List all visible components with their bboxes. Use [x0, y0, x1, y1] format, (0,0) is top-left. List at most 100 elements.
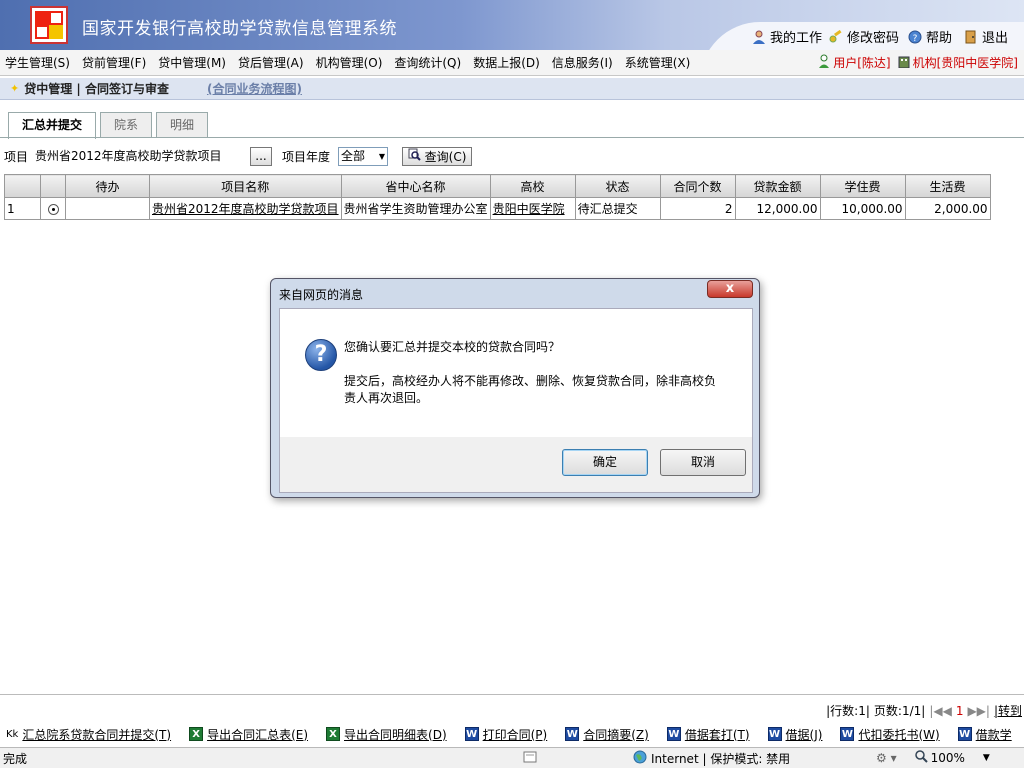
menu-info[interactable]: 信息服务(I) — [552, 54, 613, 71]
last-page-icon[interactable]: ▶▶| — [967, 704, 990, 718]
tab-department[interactable]: 院系 — [100, 112, 153, 138]
status-bar: 完成 Internet | 保护模式: 禁用 ⚙ ▾ 100% ▼ — [0, 747, 1024, 768]
export-summary-button[interactable]: X 导出合同汇总表(E) — [189, 726, 308, 743]
zoom-icon — [914, 750, 928, 766]
project-label: 项目 — [4, 149, 29, 164]
zoom-level[interactable]: 100% — [931, 751, 965, 765]
debit-authorization-button[interactable]: W 代扣委托书(W) — [840, 726, 940, 743]
star-icon: ✦ — [10, 82, 20, 95]
summarize-submit-button[interactable]: Kk 汇总院系贷款合同并提交(T) — [6, 726, 171, 743]
row-todo — [65, 197, 150, 220]
contract-grid: 待办 项目名称 省中心名称 高校 状态 合同个数 贷款金额 学住费 生活费 1 … — [4, 174, 991, 220]
menu-pre-loan[interactable]: 贷前管理(F) — [82, 54, 146, 71]
radio-selected-icon — [47, 203, 59, 215]
dialog-question: 您确认要汇总并提交本校的贷款合同吗？ — [344, 340, 561, 354]
iou-overprint-button[interactable]: W 借据套打(T) — [666, 726, 750, 743]
tab-bar: 汇总并提交 院系 明细 — [8, 112, 212, 139]
word-icon: W — [957, 727, 972, 741]
pager: |行数:1| 页数:1/1| |◀◀ 1 ▶▶| |转到 — [826, 702, 1022, 719]
row-project-link[interactable]: 贵州省2012年度高校助学贷款项目 — [149, 197, 342, 220]
row-contract-count: 2 — [659, 197, 736, 220]
word-icon: W — [840, 727, 855, 741]
row-status: 待汇总提交 — [574, 197, 661, 220]
menu-query[interactable]: 查询统计(Q) — [394, 54, 461, 71]
col-select — [40, 174, 66, 198]
col-index — [4, 174, 41, 198]
contract-summary-button[interactable]: W 合同摘要(Z) — [565, 726, 649, 743]
export-detail-button[interactable]: X 导出合同明细表(D) — [326, 726, 447, 743]
col-loan-amount[interactable]: 贷款金额 — [734, 174, 821, 198]
row-radio[interactable] — [40, 197, 66, 220]
user-label: 用户[陈达] — [833, 56, 891, 70]
col-contract-count[interactable]: 合同个数 — [659, 174, 736, 198]
row-center: 贵州省学生资助管理办公室 — [340, 197, 491, 220]
dialog-close-button[interactable]: x — [707, 280, 753, 298]
tab-summary-submit[interactable]: 汇总并提交 — [8, 112, 97, 139]
action-bar: Kk 汇总院系贷款合同并提交(T) X 导出合同汇总表(E) X 导出合同明细表… — [0, 723, 1024, 745]
row-tuition: 10,000.00 — [819, 197, 906, 220]
borrower-button[interactable]: W 借款学 — [957, 726, 1012, 743]
my-work-link[interactable]: 我的工作 — [752, 27, 822, 46]
confirm-dialog: 来自网页的消息 x ? 您确认要汇总并提交本校的贷款合同吗？ 提交后，高校经办人… — [270, 278, 760, 498]
chevron-down-icon: ▼ — [378, 151, 386, 161]
menu-org[interactable]: 机构管理(O) — [316, 54, 383, 71]
page-count: 页数:1/1| — [873, 704, 926, 718]
flow-chart-link[interactable]: (合同业务流程图) — [207, 80, 302, 97]
dialog-title: 来自网页的消息 — [279, 288, 364, 302]
col-status[interactable]: 状态 — [574, 174, 661, 198]
change-password-link[interactable]: 修改密码 — [829, 27, 899, 46]
help-icon: ? — [908, 30, 922, 44]
table-row[interactable]: 1 贵州省2012年度高校助学贷款项目 贵州省学生资助管理办公室 贵阳中医学院 … — [4, 197, 991, 220]
iou-button[interactable]: W 借据(J) — [767, 726, 822, 743]
user-icon — [752, 30, 766, 44]
menu-report[interactable]: 数据上报(D) — [473, 54, 540, 71]
col-project-name[interactable]: 项目名称 — [149, 174, 342, 198]
row-loan-amount: 12,000.00 — [734, 197, 821, 220]
col-center-name[interactable]: 省中心名称 — [340, 174, 491, 198]
menu-post-loan[interactable]: 贷后管理(A) — [238, 54, 304, 71]
project-picker-button[interactable]: ... — [250, 146, 273, 166]
menu-in-loan[interactable]: 贷中管理(M) — [158, 54, 226, 71]
user-status-icon — [818, 54, 830, 71]
menu-system[interactable]: 系统管理(X) — [625, 54, 691, 71]
status-text: 完成 — [3, 751, 28, 766]
print-contract-button[interactable]: W 打印合同(P) — [464, 726, 547, 743]
dialog-note: 提交后，高校经办人将不能再修改、删除、恢复贷款合同，除非高校负责人再次退回。 — [344, 374, 717, 405]
col-todo[interactable]: 待办 — [65, 174, 150, 198]
key-icon — [829, 29, 843, 44]
globe-icon — [633, 750, 647, 767]
help-link[interactable]: ? 帮助 — [908, 27, 952, 46]
dialog-footer: 确定 取消 — [279, 437, 753, 493]
excel-icon: X — [326, 727, 341, 741]
page-icon — [523, 751, 633, 766]
chevron-down-icon[interactable]: ▼ — [983, 753, 990, 763]
goto-link[interactable]: |转到 — [994, 702, 1022, 719]
door-icon — [964, 30, 978, 44]
protected-mode-icon[interactable]: ⚙ ▾ — [876, 751, 897, 765]
logout-link[interactable]: 退出 — [964, 27, 1008, 46]
word-icon: W — [767, 727, 782, 741]
word-icon: W — [464, 727, 479, 741]
row-living: 2,000.00 — [904, 197, 991, 220]
word-icon: W — [565, 727, 580, 741]
current-page: 1 — [955, 703, 964, 718]
row-school-link[interactable]: 贵阳中医学院 — [489, 197, 576, 220]
summarize-icon: Kk — [6, 728, 19, 740]
search-icon — [408, 148, 421, 164]
system-title: 国家开发银行高校助学贷款信息管理系统 — [82, 19, 397, 39]
ok-button[interactable]: 确定 — [562, 449, 648, 476]
col-living[interactable]: 生活费 — [904, 174, 991, 198]
project-input[interactable]: 贵州省2012年度高校助学贷款项目 — [32, 146, 251, 166]
menu-student[interactable]: 学生管理(S) — [5, 54, 70, 71]
tab-detail[interactable]: 明细 — [156, 112, 209, 138]
cancel-button[interactable]: 取消 — [660, 449, 746, 476]
year-select[interactable]: 全部 ▼ — [338, 146, 389, 166]
query-button[interactable]: 查询(C) — [402, 146, 473, 166]
excel-icon: X — [189, 727, 204, 741]
col-tuition[interactable]: 学住费 — [819, 174, 906, 198]
col-school[interactable]: 高校 — [489, 174, 576, 198]
first-page-icon[interactable]: |◀◀ — [929, 704, 952, 718]
row-count: |行数:1| — [826, 704, 870, 718]
year-label: 项目年度 — [282, 149, 331, 164]
row-index: 1 — [4, 197, 41, 220]
